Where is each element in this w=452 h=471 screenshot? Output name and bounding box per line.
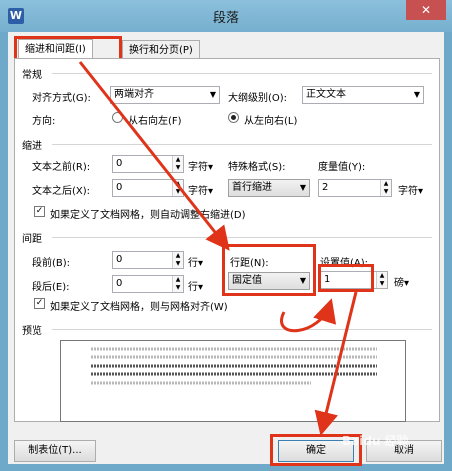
annotation-arrows <box>78 61 358 436</box>
arrow-curve <box>280 298 337 333</box>
arrow-to-line-spacing <box>78 61 230 251</box>
